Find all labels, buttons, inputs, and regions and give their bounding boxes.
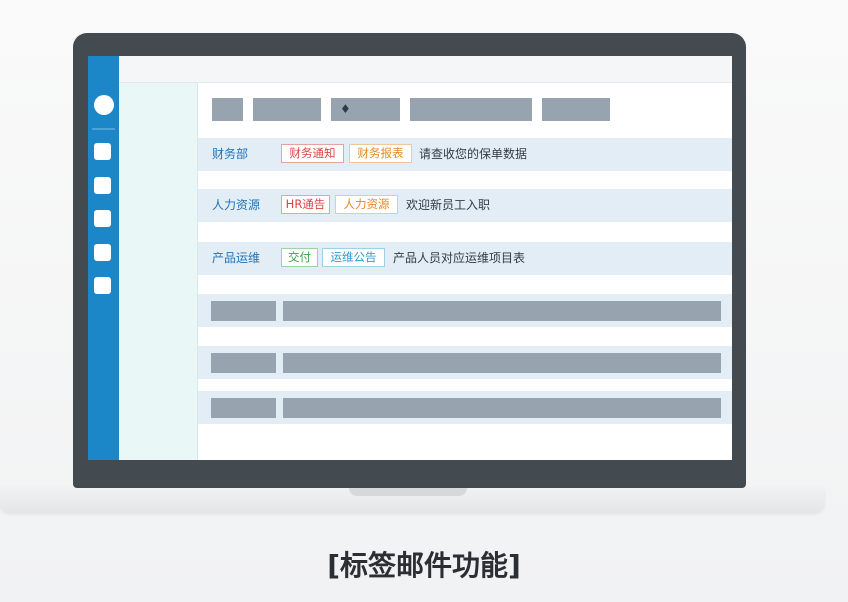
placeholder-sender xyxy=(211,353,276,373)
mail-tag[interactable]: 运维公告 xyxy=(322,248,385,267)
placeholder-subject xyxy=(283,353,721,373)
laptop-base xyxy=(0,488,824,512)
mail-sender-department: 产品运维 xyxy=(212,251,261,265)
mail-tag[interactable]: 财务通知 xyxy=(281,144,344,163)
mail-tag[interactable]: 财务报表 xyxy=(349,144,412,163)
placeholder-sender xyxy=(211,301,276,321)
placeholder-subject xyxy=(283,398,721,418)
laptop-notch xyxy=(349,488,467,496)
placeholder-subject xyxy=(283,301,721,321)
mail-subject: 产品人员对应运维项目表 xyxy=(393,251,526,265)
mail-row[interactable]: 财务部 财务通知 财务报表 请查收您的保单数据 xyxy=(198,138,732,171)
placeholder-row xyxy=(198,294,732,327)
tag-button[interactable]: ♦ xyxy=(331,98,400,121)
top-bar xyxy=(119,56,732,83)
sidebar-nav-icon-1[interactable] xyxy=(94,143,111,160)
app-sidebar xyxy=(88,56,119,460)
mail-tag[interactable]: 人力资源 xyxy=(335,195,398,214)
avatar[interactable] xyxy=(94,95,114,115)
placeholder-sender xyxy=(211,398,276,418)
toolbar-button-4[interactable] xyxy=(410,98,532,121)
mail-row[interactable]: 产品运维 交付 运维公告 产品人员对应运维项目表 xyxy=(198,242,732,275)
placeholder-row xyxy=(198,346,732,379)
mail-app-window: ♦ 财务部 财务通知 财务报表 请查收您的保单数据 人力资源 HR通告 人力资源… xyxy=(88,56,732,460)
mail-sender-department: 财务部 xyxy=(212,147,249,161)
sidebar-nav-icon-5[interactable] xyxy=(94,277,111,294)
sidebar-nav-icon-4[interactable] xyxy=(94,244,111,261)
toolbar-button-2[interactable] xyxy=(253,98,321,121)
mail-subject: 请查收您的保单数据 xyxy=(419,147,528,161)
sidebar-divider xyxy=(92,128,115,130)
toolbar-button-1[interactable] xyxy=(212,98,243,121)
mail-tag[interactable]: 交付 xyxy=(281,248,318,267)
placeholder-row xyxy=(198,391,732,424)
mail-tag[interactable]: HR通告 xyxy=(281,195,330,214)
mail-subject: 欢迎新员工入职 xyxy=(406,198,491,212)
toolbar-button-5[interactable] xyxy=(542,98,610,121)
caption: [标签邮件功能] xyxy=(327,549,521,582)
tag-icon: ♦ xyxy=(340,102,351,116)
sidebar-nav-icon-3[interactable] xyxy=(94,210,111,227)
folder-panel xyxy=(119,83,198,460)
mail-row[interactable]: 人力资源 HR通告 人力资源 欢迎新员工入职 xyxy=(198,189,732,222)
sidebar-nav-icon-2[interactable] xyxy=(94,177,111,194)
mail-sender-department: 人力资源 xyxy=(212,198,261,212)
